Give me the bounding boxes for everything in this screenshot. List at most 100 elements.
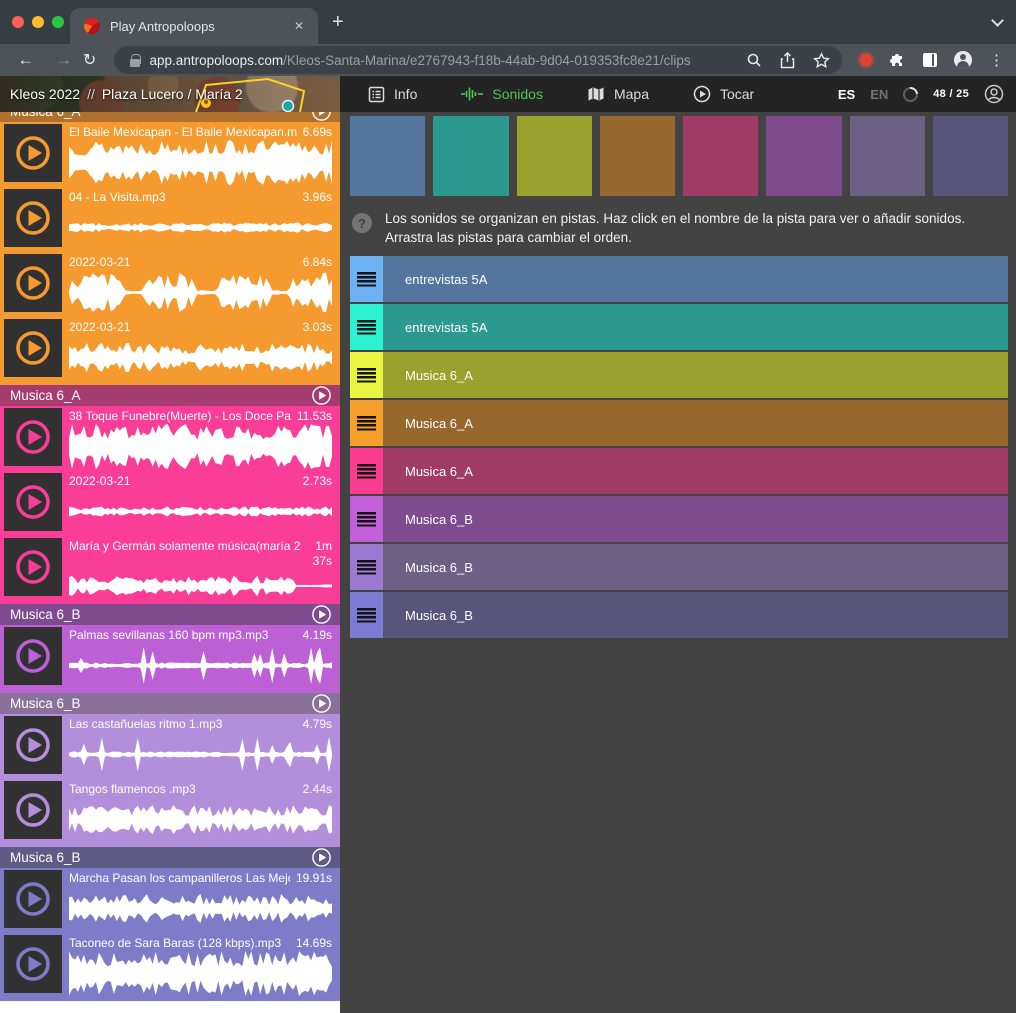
- clip-play-button[interactable]: [4, 627, 62, 685]
- bookmark-star-icon[interactable]: [813, 52, 830, 69]
- tab-search-chevron-icon[interactable]: [991, 14, 1004, 27]
- track-drag-handle[interactable]: [350, 544, 383, 590]
- minimize-window-button[interactable]: [32, 16, 44, 28]
- new-tab-button[interactable]: +: [332, 13, 344, 31]
- clip-play-button[interactable]: [4, 935, 62, 993]
- clip-duration: 4.79s: [303, 717, 332, 731]
- track-swatch[interactable]: [433, 116, 508, 196]
- section-header[interactable]: Musica 6_B: [0, 693, 340, 714]
- track-row[interactable]: entrevistas 5A: [350, 304, 1008, 350]
- track-row-body[interactable]: Musica 6_A: [383, 400, 1008, 446]
- track-drag-handle[interactable]: [350, 304, 383, 350]
- address-bar[interactable]: app.antropoloops.com/Kleos-Santa-Marina/…: [114, 46, 842, 74]
- clip-waveform: [69, 731, 332, 778]
- tab-sonidos[interactable]: Sonidos: [461, 86, 543, 102]
- track-row-body[interactable]: entrevistas 5A: [383, 256, 1008, 302]
- url-text[interactable]: app.antropoloops.com/Kleos-Santa-Marina/…: [150, 53, 738, 68]
- track-swatch[interactable]: [517, 116, 592, 196]
- track-drag-handle[interactable]: [350, 256, 383, 302]
- tab-info[interactable]: Info: [368, 86, 417, 103]
- track-list: entrevistas 5A entrevistas 5A Musica 6_A…: [350, 256, 1008, 638]
- section-header[interactable]: Musica 6_B: [0, 604, 340, 625]
- clip-main: 2022-03-21 6.84s: [62, 254, 336, 316]
- track-row[interactable]: Musica 6_B: [350, 592, 1008, 638]
- tab-tocar[interactable]: Tocar: [693, 85, 754, 103]
- track-row-body[interactable]: Musica 6_B: [383, 496, 1008, 542]
- track-drag-handle[interactable]: [350, 352, 383, 398]
- forward-button[interactable]: →: [52, 50, 76, 70]
- section-title: Musica 6_A: [10, 388, 311, 403]
- recording-indicator-icon[interactable]: [860, 54, 872, 66]
- clip-row: 2022-03-21 2.73s: [4, 473, 336, 535]
- clip-play-button[interactable]: [4, 189, 62, 247]
- clip-play-button[interactable]: [4, 781, 62, 839]
- section-header[interactable]: Musica 6_A: [0, 112, 340, 122]
- clip-play-button[interactable]: [4, 538, 62, 596]
- track-row[interactable]: entrevistas 5A: [350, 256, 1008, 302]
- clip-play-button[interactable]: [4, 408, 62, 466]
- clip-play-button[interactable]: [4, 124, 62, 182]
- clip-row: 2022-03-21 6.84s: [4, 254, 336, 316]
- location-map-thumbnail[interactable]: Kleos 2022 // Plaza Lucero / María 2: [0, 76, 340, 112]
- section-header[interactable]: Musica 6_B: [0, 847, 340, 868]
- reload-button[interactable]: ↻: [78, 50, 102, 70]
- back-button[interactable]: ←: [14, 50, 38, 70]
- lock-icon[interactable]: [130, 54, 140, 67]
- track-drag-handle[interactable]: [350, 400, 383, 446]
- section-play-icon[interactable]: [311, 847, 332, 868]
- track-swatch[interactable]: [350, 116, 425, 196]
- breadcrumb[interactable]: Kleos 2022 // Plaza Lucero / María 2: [10, 76, 243, 112]
- account-icon[interactable]: [984, 84, 1004, 104]
- track-row-body[interactable]: Musica 6_A: [383, 448, 1008, 494]
- clip-play-button[interactable]: [4, 254, 62, 312]
- maximize-window-button[interactable]: [52, 16, 64, 28]
- track-swatch[interactable]: [766, 116, 841, 196]
- track-row-body[interactable]: entrevistas 5A: [383, 304, 1008, 350]
- track-row[interactable]: Musica 6_B: [350, 544, 1008, 590]
- share-icon[interactable]: [780, 52, 795, 69]
- section-play-icon[interactable]: [311, 604, 332, 625]
- track-drag-handle[interactable]: [350, 496, 383, 542]
- section-header[interactable]: Musica 6_A: [0, 385, 340, 406]
- app-nav: Info Sonidos Mapa Tocar: [368, 85, 754, 103]
- clip-play-button[interactable]: [4, 319, 62, 377]
- clip-waveform: [69, 569, 332, 600]
- extensions-puzzle-icon[interactable]: [889, 52, 906, 69]
- section-play-icon[interactable]: [311, 385, 332, 406]
- track-drag-handle[interactable]: [350, 592, 383, 638]
- track-swatch[interactable]: [933, 116, 1008, 196]
- profile-avatar[interactable]: [954, 51, 972, 69]
- close-window-button[interactable]: [12, 16, 24, 28]
- track-swatch[interactable]: [600, 116, 675, 196]
- track-swatch-grid: [350, 116, 1008, 196]
- track-row-body[interactable]: Musica 6_B: [383, 592, 1008, 638]
- track-row-label: Musica 6_B: [383, 608, 473, 623]
- tab-mapa[interactable]: Mapa: [587, 86, 649, 102]
- lang-es-button[interactable]: ES: [838, 87, 855, 102]
- browser-menu-icon[interactable]: ⋮: [989, 51, 1004, 69]
- play-circle-icon: [693, 85, 711, 103]
- clip-waveform: [69, 642, 332, 689]
- section-play-icon[interactable]: [311, 112, 332, 122]
- clip-play-button[interactable]: [4, 473, 62, 531]
- side-panel-icon[interactable]: [923, 53, 937, 67]
- track-swatch[interactable]: [850, 116, 925, 196]
- browser-tab[interactable]: Play Antropoloops ✕: [70, 8, 318, 44]
- lang-en-button[interactable]: EN: [870, 87, 888, 102]
- clip-play-button[interactable]: [4, 870, 62, 928]
- track-row-body[interactable]: Musica 6_A: [383, 352, 1008, 398]
- track-row[interactable]: Musica 6_A: [350, 400, 1008, 446]
- drag-handle-icon: [357, 608, 376, 623]
- section-play-icon[interactable]: [311, 693, 332, 714]
- clip-play-button[interactable]: [4, 716, 62, 774]
- breadcrumb-project[interactable]: Kleos 2022: [10, 86, 80, 102]
- close-tab-icon[interactable]: ✕: [290, 17, 308, 35]
- track-swatch[interactable]: [683, 116, 758, 196]
- track-row[interactable]: Musica 6_A: [350, 352, 1008, 398]
- help-question-icon[interactable]: ?: [352, 213, 372, 233]
- zoom-icon[interactable]: [746, 52, 762, 68]
- track-drag-handle[interactable]: [350, 448, 383, 494]
- track-row[interactable]: Musica 6_A: [350, 448, 1008, 494]
- track-row-body[interactable]: Musica 6_B: [383, 544, 1008, 590]
- track-row[interactable]: Musica 6_B: [350, 496, 1008, 542]
